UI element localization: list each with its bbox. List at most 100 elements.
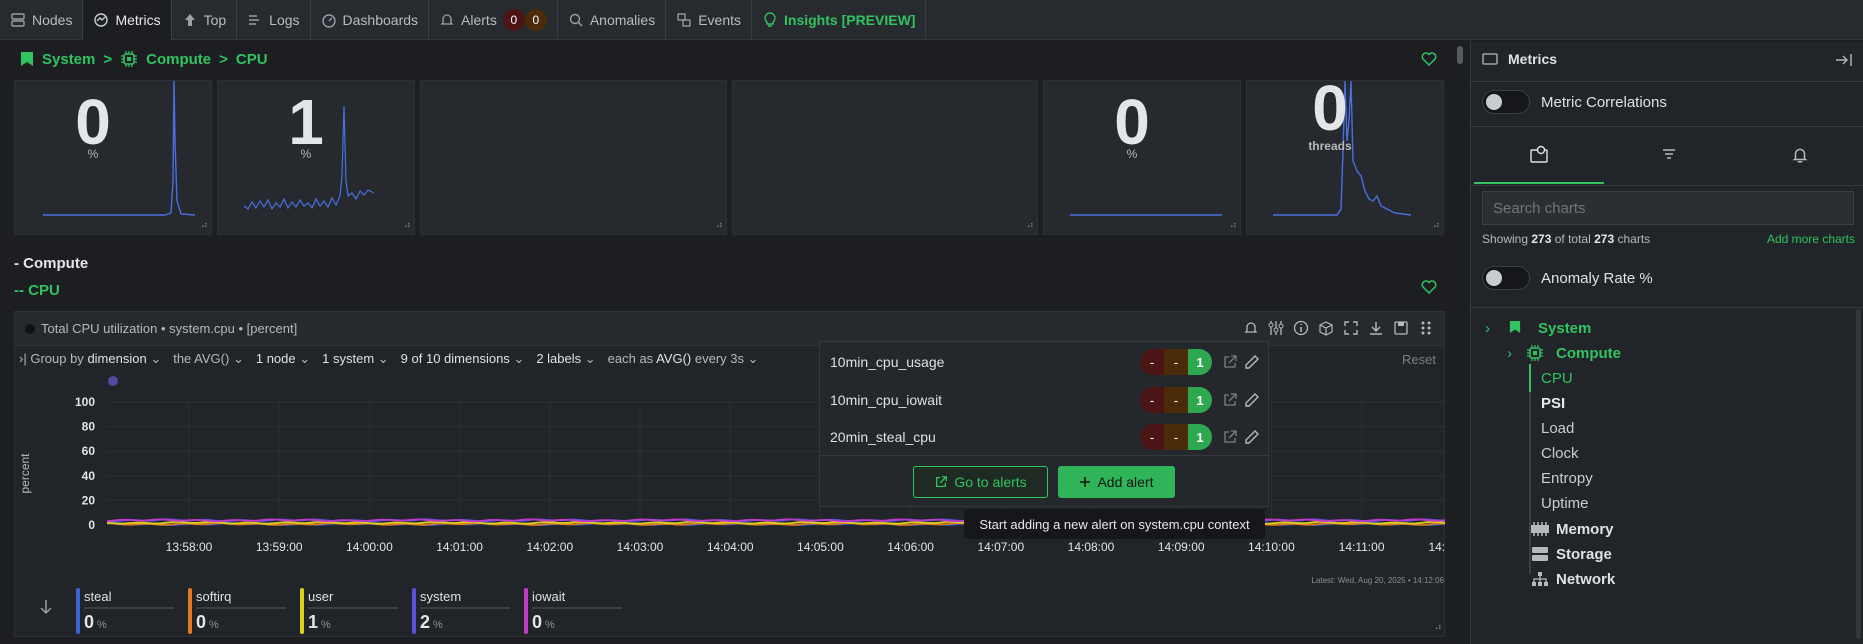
box-icon[interactable] (1318, 320, 1334, 336)
anomaly-marker (108, 376, 118, 386)
edit-icon[interactable] (1244, 354, 1260, 370)
tree-item-network[interactable]: Network (1556, 571, 1615, 588)
breadcrumb-system[interactable]: System (42, 51, 95, 68)
tab-events[interactable]: Events (666, 0, 753, 40)
alerts-warning-count[interactable]: 0 (524, 9, 547, 31)
metric-card[interactable]: 0 % ⠴ (1043, 80, 1241, 235)
labels-filter[interactable]: 2 labels ⌄ (536, 351, 595, 367)
group-by-filter[interactable]: ›| Group by dimension ⌄ (19, 351, 161, 367)
sliders-icon[interactable] (1268, 320, 1284, 336)
search-charts-input[interactable] (1482, 191, 1854, 225)
download-icon[interactable] (1368, 320, 1384, 336)
alert-row[interactable]: 10min_cpu_iowait --1 (820, 382, 1268, 418)
metric-card[interactable]: 0 % ⠴ (14, 80, 212, 235)
external-link-icon[interactable] (1222, 392, 1238, 408)
add-more-charts-link[interactable]: Add more charts (1767, 232, 1855, 246)
breadcrumb-compute[interactable]: Compute (146, 51, 211, 68)
resize-handle-icon[interactable]: ⠴ (404, 220, 411, 231)
x-tick-label: 14:08:00 (1068, 540, 1115, 554)
expand-icon[interactable] (1343, 320, 1359, 336)
chart-title: Total CPU utilization • system.cpu • [pe… (41, 321, 298, 336)
legend-item[interactable]: steal 0% (76, 588, 176, 634)
x-tick-label: 14:10:00 (1248, 540, 1295, 554)
go-to-alerts-button[interactable]: Go to alerts (913, 466, 1048, 498)
info-icon[interactable] (1293, 320, 1309, 336)
metric-correlations-label: Metric Correlations (1541, 94, 1667, 111)
resize-handle-icon[interactable]: ⠴ (716, 220, 723, 231)
tab-nodes[interactable]: Nodes (0, 0, 84, 40)
x-tick-label: 14:03:00 (617, 540, 664, 554)
tree-item-compute[interactable]: Compute (1556, 345, 1621, 362)
y-tick-label: 40 (82, 469, 96, 483)
chevron-right-icon[interactable]: › (1485, 320, 1490, 337)
metric-card[interactable]: ⠴ (420, 80, 727, 235)
tab-dashboards[interactable]: Dashboards (311, 0, 430, 40)
tree-item-storage[interactable]: Storage (1556, 546, 1612, 563)
tree-item-psi[interactable]: PSI (1541, 395, 1565, 412)
resize-handle-icon[interactable]: ⠴ (1027, 220, 1034, 231)
each-agg-value: AVG() (656, 351, 692, 366)
tab-anomalies[interactable]: Anomalies (558, 0, 667, 40)
heart-icon[interactable] (1421, 52, 1437, 66)
legend-item[interactable]: system 2% (412, 588, 512, 634)
external-link-icon[interactable] (1222, 354, 1238, 370)
collapse-panel-icon[interactable] (1835, 53, 1853, 67)
scrollbar[interactable] (1457, 46, 1463, 64)
metric-card[interactable]: 0 threads ⠴ (1246, 72, 1444, 235)
tab-charts[interactable] (1474, 128, 1604, 184)
aggregation-filter[interactable]: the AVG() ⌄ (173, 351, 244, 367)
alert-name: 10min_cpu_usage (830, 354, 945, 370)
breadcrumb-separator: > (103, 50, 113, 68)
each-suffix: every 3s (694, 351, 745, 366)
events-icon (677, 13, 691, 27)
tree-item-cpu[interactable]: CPU (1541, 370, 1573, 387)
drag-handle-icon[interactable] (1418, 320, 1434, 336)
metric-correlations-toggle[interactable] (1482, 90, 1530, 114)
legend-item[interactable]: iowait 0% (524, 588, 624, 634)
alert-row[interactable]: 10min_cpu_usage --1 (820, 344, 1268, 380)
chevron-right-icon[interactable]: › (1507, 345, 1512, 362)
resize-handle-icon[interactable]: ⠴ (1433, 220, 1440, 231)
arrow-down-icon[interactable] (40, 599, 52, 615)
resize-handle-icon[interactable]: ⠴ (1230, 220, 1237, 231)
metric-card[interactable]: ⠴ (732, 80, 1038, 235)
legend-item[interactable]: softirq 0% (188, 588, 288, 634)
nodes-value: 1 node (255, 351, 296, 366)
add-alert-button[interactable]: Add alert (1058, 466, 1175, 498)
heart-icon[interactable] (1421, 280, 1437, 294)
save-icon[interactable] (1393, 320, 1409, 336)
alerts-critical-count[interactable]: 0 (502, 9, 525, 31)
edit-icon[interactable] (1244, 392, 1260, 408)
tree-item-entropy[interactable]: Entropy (1541, 470, 1593, 487)
dimensions-filter[interactable]: 9 of 10 dimensions ⌄ (401, 351, 525, 367)
nodes-filter[interactable]: 1 node ⌄ (256, 351, 310, 367)
tree-item-memory[interactable]: Memory (1556, 521, 1614, 538)
anomaly-rate-toggle[interactable] (1482, 266, 1530, 290)
tree-item-clock[interactable]: Clock (1541, 445, 1579, 462)
tab-alerts-sidebar[interactable] (1734, 128, 1863, 184)
tab-logs[interactable]: Logs (237, 0, 311, 40)
systems-filter[interactable]: 1 system ⌄ (322, 351, 389, 367)
tree-item-system[interactable]: System (1538, 320, 1591, 337)
tab-filters[interactable] (1604, 128, 1734, 184)
resize-handle-icon[interactable]: ⠴ (201, 220, 208, 231)
external-link-icon[interactable] (1222, 429, 1238, 445)
tab-top[interactable]: Top (172, 0, 238, 40)
resize-handle-icon[interactable]: ⠴ (1435, 622, 1442, 633)
alert-row[interactable]: 20min_steal_cpu --1 (820, 419, 1268, 455)
tree-item-uptime[interactable]: Uptime (1541, 495, 1589, 512)
bell-icon[interactable] (1243, 320, 1259, 336)
tab-insights[interactable]: Insights [PREVIEW] (752, 0, 927, 40)
tree-item-load[interactable]: Load (1541, 420, 1574, 437)
tab-alerts[interactable]: Alerts 0 0 (429, 0, 558, 40)
add-alert-tooltip: Start adding a new alert on system.cpu c… (964, 509, 1265, 539)
breadcrumb-cpu[interactable]: CPU (236, 51, 268, 68)
legend-item[interactable]: user 1% (300, 588, 400, 634)
time-aggregation-filter[interactable]: each as AVG() every 3s ⌄ (608, 351, 759, 367)
metric-card[interactable]: 1 % ⠴ (217, 80, 415, 235)
reset-button[interactable]: Reset (1402, 352, 1436, 367)
edit-icon[interactable] (1244, 429, 1260, 445)
sidebar-scrollbar[interactable] (1856, 309, 1861, 639)
card-unit: % (1126, 147, 1138, 161)
tab-metrics[interactable]: Metrics (83, 0, 172, 40)
